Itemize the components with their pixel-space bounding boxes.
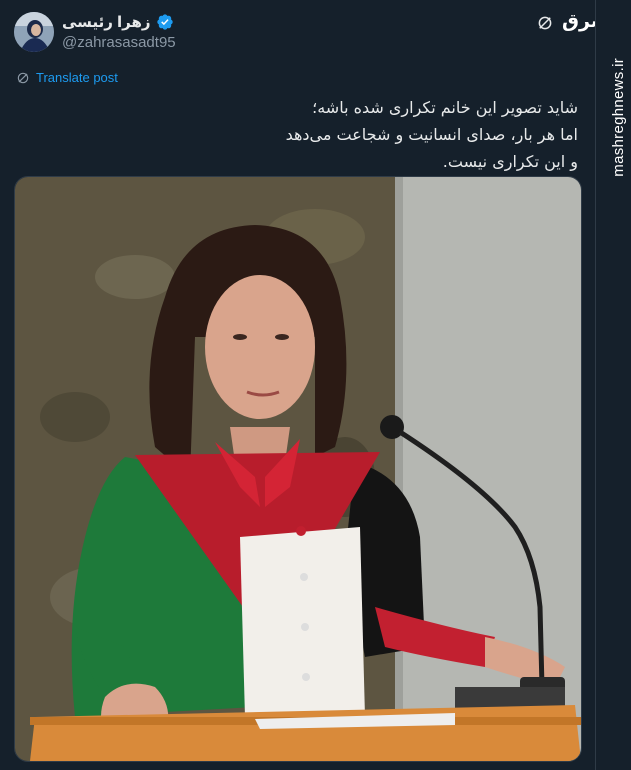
tweet-photo[interactable] xyxy=(14,176,582,762)
author-handle[interactable]: @zahrasasadt95 xyxy=(62,34,176,51)
translate-post-label[interactable]: Translate post xyxy=(36,70,118,85)
globe-translate-icon xyxy=(17,72,29,83)
translate-post-link[interactable]: Translate post xyxy=(16,70,118,85)
tweet-text-line: و این تکراری نیست. xyxy=(442,152,578,171)
verified-badge-icon xyxy=(156,14,173,30)
tweet: زهرا رئیسی @zahrasasadt95 مشرق Translate… xyxy=(0,0,622,770)
avatar[interactable] xyxy=(14,12,54,52)
grok-icon[interactable] xyxy=(536,14,554,32)
watermark-strip: mashreghnews.ir xyxy=(595,0,631,770)
tweet-text-line: اما هر بار، صدای انسانیت و شجاعت می‌دهد xyxy=(285,125,578,144)
site-watermark: mashreghnews.ir xyxy=(610,58,627,177)
tweet-text: شاید تصویر این خانم تکراری شده باشه؛ اما… xyxy=(38,94,578,175)
avatar-portrait-icon xyxy=(14,12,54,52)
photo-speaker-at-podium-icon xyxy=(15,177,581,761)
tweet-text-line: شاید تصویر این خانم تکراری شده باشه؛ xyxy=(312,98,578,117)
author-display-name[interactable]: زهرا رئیسی xyxy=(62,13,151,31)
author-name-row: زهرا رئیسی xyxy=(62,13,174,31)
